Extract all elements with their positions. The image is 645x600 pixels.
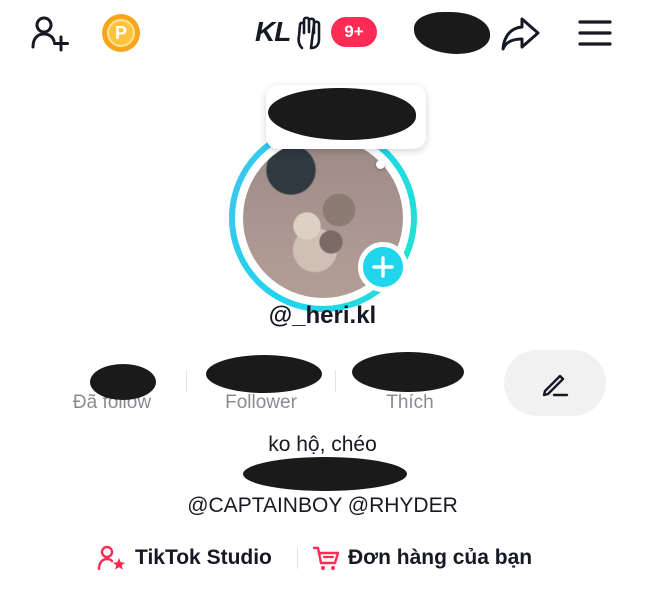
bio-mentions[interactable]: @CAPTAINBOY @RHYDER [0, 494, 645, 518]
coin-icon: P [107, 19, 135, 47]
orders-link[interactable]: Đơn hàng của bạn [312, 541, 532, 575]
redacted-following-count [90, 364, 156, 400]
profile-handle: @_heri.kl [268, 302, 377, 329]
share-button[interactable] [500, 14, 540, 52]
add-user-icon [31, 16, 69, 52]
bio-line-1: ko hộ, chéo [268, 433, 377, 456]
studio-label: TikTok Studio [135, 546, 272, 569]
followers-label[interactable]: Follower [181, 392, 341, 414]
stat-divider [186, 370, 187, 392]
plus-icon [372, 256, 394, 278]
redacted-followers-count [206, 355, 322, 393]
redacted-bio-line [243, 457, 407, 491]
studio-person-star-icon [97, 545, 125, 571]
notification-badge[interactable]: 9+ [331, 17, 377, 47]
hand-icon [294, 15, 328, 51]
bubble-tail [376, 160, 385, 169]
menu-button[interactable] [576, 16, 614, 50]
stat-divider [335, 370, 336, 392]
add-friend-button[interactable] [30, 14, 70, 52]
hamburger-icon [578, 20, 612, 46]
likes-label[interactable]: Thích [330, 392, 490, 414]
coins-button[interactable]: P [102, 14, 140, 52]
link-divider [297, 547, 298, 569]
top-username[interactable]: KL [255, 14, 291, 50]
orders-label: Đơn hàng của bạn [348, 546, 533, 569]
coin-letter: P [114, 22, 127, 43]
cart-icon [312, 546, 340, 570]
edit-profile-button[interactable] [504, 350, 606, 416]
add-story-button[interactable] [358, 242, 408, 292]
pencil-icon [542, 374, 569, 397]
share-icon [501, 17, 540, 51]
redacted-likes-count [352, 352, 464, 392]
redacted-mark [414, 12, 490, 54]
tiktok-studio-link[interactable]: TikTok Studio [97, 541, 272, 575]
